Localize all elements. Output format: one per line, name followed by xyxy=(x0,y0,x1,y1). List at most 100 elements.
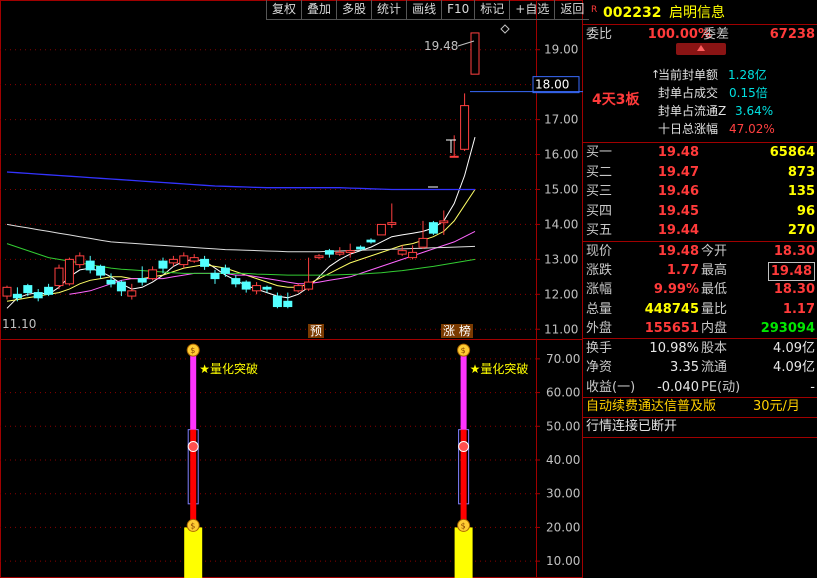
main-tick-label: 15.00 xyxy=(544,182,578,196)
bid-row[interactable]: 买五 19.44 270 xyxy=(583,221,817,241)
ma-line-4 xyxy=(6,223,476,253)
ind-tick-label: 30.00 xyxy=(546,487,580,501)
stat-value: 10.98% xyxy=(649,341,699,356)
candle-body-up xyxy=(460,105,470,150)
toolbar-button-7[interactable]: +自选 xyxy=(509,0,555,20)
quote-row: 涨幅 9.99% 最低 18.30 xyxy=(583,280,817,300)
toolbar-button-6[interactable]: 标记 xyxy=(474,0,510,20)
high-price-label: 19.48 xyxy=(424,39,458,53)
stat-value: -0.040 xyxy=(657,379,699,395)
bid-row[interactable]: 买一 19.48 65864 xyxy=(583,143,817,163)
stat-label-2: PE(动) xyxy=(701,379,741,395)
ind-tick-label: 50.00 xyxy=(546,419,580,433)
weidiff-label: 委差 xyxy=(703,27,730,42)
chevron-up-icon xyxy=(697,45,705,51)
quote-label: 现价 xyxy=(586,244,613,259)
toolbar-button-0[interactable]: 复权 xyxy=(266,0,302,20)
limit-item: 当前封单额 1.28亿 ↑ xyxy=(583,65,817,85)
ma-line-1 xyxy=(6,189,476,302)
quote-value-2: 1.17 xyxy=(782,301,815,317)
candle-body-down xyxy=(262,286,272,290)
chart-toolbar: 复权 叠加 多股 统计 画线 F10 标记 +自选 返回 xyxy=(266,0,590,20)
moneybag-icon-glyph: $ xyxy=(190,521,195,530)
ma-line-0 xyxy=(6,136,476,309)
quote-value: 448745 xyxy=(644,301,699,317)
bid-price: 19.44 xyxy=(657,223,699,238)
quote-value-2: 18.30 xyxy=(773,282,815,298)
bid-row[interactable]: 买二 19.47 873 xyxy=(583,163,817,183)
limit-item: 封单占成交 0.15倍 xyxy=(583,83,817,103)
renewal-notice[interactable]: 自动续费通达信普及版 30元/月 xyxy=(583,397,817,417)
signal-magenta-bar xyxy=(190,352,197,430)
stat-label: 收益(一) xyxy=(586,379,636,395)
limit-item-label: 当前封单额 xyxy=(658,68,719,82)
quote-value: 155651 xyxy=(644,320,699,336)
toolbar-button-2[interactable]: 多股 xyxy=(336,0,372,20)
kline-chart[interactable]: 19.00 18.00 17.00 16.00 15.00 14.00 13.00 12.00… xyxy=(0,0,583,578)
ind-tick-label: 60.00 xyxy=(546,386,580,400)
bid-label: 买五 xyxy=(586,223,613,238)
quote-value: 19.48 xyxy=(657,244,699,259)
bid-volume: 873 xyxy=(787,164,815,180)
quote-label-2: 最高 xyxy=(701,263,728,279)
quote-value-2: 18.30 xyxy=(773,244,815,259)
stat-label-2: 流通 xyxy=(701,360,728,376)
limit-item-label: 十日总涨幅 xyxy=(658,122,719,136)
stat-row: 净资 3.35 流通 4.09亿 xyxy=(583,358,817,378)
weidiff-value: 67238 xyxy=(769,27,815,42)
toolbar-button-1[interactable]: 叠加 xyxy=(301,0,337,20)
bid-row[interactable]: 买四 19.45 96 xyxy=(583,202,817,222)
candle-body-down xyxy=(356,246,366,250)
stock-header: R 002232 启明信息 xyxy=(583,2,817,24)
bid-label: 买一 xyxy=(586,145,613,160)
candle-body-up xyxy=(376,223,386,236)
moneybag-icon-glyph: $ xyxy=(461,346,466,355)
candle-body-up xyxy=(335,251,345,255)
stat-row: 收益(一) -0.040 PE(动) - xyxy=(583,378,817,398)
candle-body-up xyxy=(293,285,303,292)
quote-label: 涨跌 xyxy=(586,263,613,279)
limit-item: 十日总涨幅 47.02% xyxy=(583,119,817,139)
quote-panel: R 002232 启明信息 委比 100.00% 委差 67238 4天3板 当… xyxy=(583,0,817,578)
candle-body-down xyxy=(428,222,438,234)
quote-label-2: 量比 xyxy=(701,301,728,317)
renewal-price: 30元/月 xyxy=(753,399,800,414)
limit-item-value: 3.64% xyxy=(735,104,774,118)
stat-row: 换手 10.98% 股本 4.09亿 xyxy=(583,339,817,359)
main-tick-label: 12.00 xyxy=(544,287,578,301)
candle-body-up xyxy=(304,281,314,290)
candle-body-up xyxy=(449,155,459,158)
quote-label: 外盘 xyxy=(586,320,613,336)
stat-value-2: - xyxy=(810,379,815,395)
candle-body-down xyxy=(200,258,210,267)
toolbar-button-5[interactable]: F10 xyxy=(441,0,475,20)
candle-body-down xyxy=(12,293,22,299)
badge-zhangting: 涨 榜 xyxy=(443,323,471,338)
ma-line-2 xyxy=(69,230,476,295)
candle-body-down xyxy=(272,295,282,308)
quote-row: 现价 19.48 今开 18.30 xyxy=(583,242,817,262)
candle-body-down xyxy=(23,285,33,294)
candle-body-up xyxy=(418,237,428,248)
stat-value: 3.35 xyxy=(670,360,699,376)
toolbar-button-4[interactable]: 画线 xyxy=(406,0,442,20)
weibi-value: 100.00% xyxy=(647,27,711,42)
main-tick-label: 16.00 xyxy=(544,148,578,162)
candle-body-up xyxy=(439,220,449,224)
candle-body-down xyxy=(137,278,147,283)
candle-body-down xyxy=(210,272,220,280)
bid-label: 买三 xyxy=(586,184,613,199)
bid-price: 19.48 xyxy=(657,145,699,160)
candle-body-down xyxy=(158,260,168,269)
collapse-toggle[interactable] xyxy=(676,43,726,55)
bid-label: 买二 xyxy=(586,164,613,180)
stock-marker: R xyxy=(591,5,598,15)
signal-label: ★量化突破 xyxy=(470,361,529,376)
bid-volume: 96 xyxy=(796,203,815,219)
toolbar-button-3[interactable]: 统计 xyxy=(371,0,407,20)
candle-body-down xyxy=(324,250,334,255)
bid-volume: 270 xyxy=(787,223,815,238)
quote-label-2: 内盘 xyxy=(701,320,728,336)
candle-body-up xyxy=(189,257,199,262)
bid-row[interactable]: 买三 19.46 135 xyxy=(583,182,817,202)
